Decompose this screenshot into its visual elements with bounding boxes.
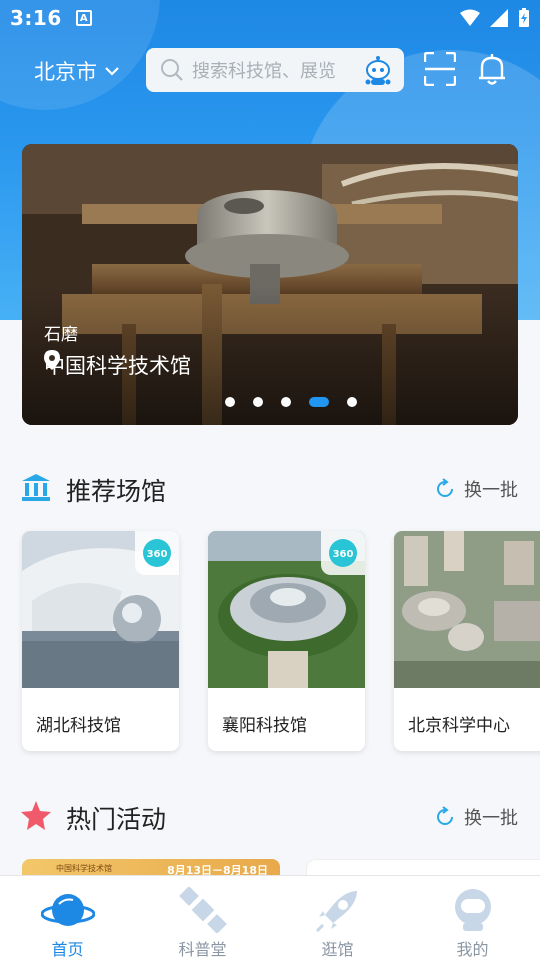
refresh-label: 换一批: [464, 808, 518, 829]
venue-name: 湖北科技馆: [36, 716, 121, 736]
tab-label: 科普堂: [178, 940, 227, 959]
carousel-dot[interactable]: [281, 397, 291, 407]
refresh-icon: [437, 806, 453, 825]
astronaut-icon: [454, 889, 491, 931]
robot-assistant-icon[interactable]: [364, 56, 392, 86]
tab-explore-venues[interactable]: 逛馆: [270, 876, 405, 960]
star-icon: [21, 801, 51, 830]
tab-label: 逛馆: [321, 940, 354, 959]
status-time: 3:16: [10, 6, 62, 30]
section-title-recommend: 推荐场馆: [66, 477, 167, 506]
banner-location-label: 中国科学技术馆: [44, 354, 191, 378]
carousel-dot[interactable]: [253, 397, 263, 407]
museum-icon: [22, 474, 50, 501]
tab-science-hall[interactable]: 科普堂: [135, 876, 270, 960]
refresh-activities-button[interactable]: 换一批: [434, 804, 518, 830]
notification-icon: A: [75, 10, 92, 26]
wifi-icon: [460, 9, 480, 26]
top-bar: 北京市 搜索科技馆、展览: [0, 48, 540, 92]
tab-home[interactable]: 首页: [0, 876, 135, 960]
city-label: 北京市: [34, 60, 97, 84]
venue-card[interactable]: 360 湖北科技馆: [22, 531, 179, 751]
search-bar[interactable]: 搜索科技馆、展览: [146, 48, 404, 92]
planet-icon: [40, 894, 95, 926]
banner-carousel[interactable]: 石磨 中国科学技术馆: [22, 144, 518, 425]
venue-image: [394, 531, 540, 688]
search-placeholder: 搜索科技馆、展览: [192, 61, 336, 82]
refresh-venues-button[interactable]: 换一批: [434, 476, 518, 502]
refresh-icon: [437, 478, 453, 497]
carousel-dot[interactable]: [225, 397, 235, 407]
hot-section-header: 热门活动 换一批: [0, 796, 540, 836]
venue-card[interactable]: 北京科学中心: [394, 531, 540, 751]
bell-icon[interactable]: [476, 52, 508, 86]
carousel-dot-active[interactable]: [309, 397, 329, 407]
refresh-label: 换一批: [464, 480, 518, 501]
search-icon: [161, 59, 183, 81]
signal-icon: [490, 9, 508, 27]
venue-card[interactable]: 360 襄阳科技馆: [208, 531, 365, 751]
battery-icon: [519, 8, 529, 27]
banner-location: 中国科学技术馆: [44, 350, 191, 380]
recommend-section-header: 推荐场馆 换一批: [0, 468, 540, 508]
vr-360-badge: 360: [321, 531, 365, 575]
status-bar: 3:16 A: [0, 0, 540, 36]
venue-name: 北京科学中心: [408, 716, 510, 736]
satellite-icon: [178, 887, 227, 933]
banner-title: 石磨: [44, 325, 78, 345]
city-selector[interactable]: 北京市: [34, 56, 119, 86]
location-pin-icon: [44, 350, 60, 370]
vr-360-badge: 360: [135, 531, 179, 575]
tab-label: 我的: [456, 940, 489, 959]
carousel-indicator: [22, 397, 518, 407]
venue-name: 襄阳科技馆: [222, 716, 307, 736]
svg-text:360: 360: [147, 549, 168, 560]
svg-text:360: 360: [333, 549, 354, 560]
rocket-icon: [315, 891, 357, 933]
tab-label: 首页: [51, 940, 84, 959]
tab-profile[interactable]: 我的: [405, 876, 540, 960]
venue-list: 360 湖北科技馆 360 襄阳科技馆 北京科学中心: [22, 531, 540, 751]
bottom-tab-bar: 首页 科普堂 逛馆 我的: [0, 875, 540, 960]
activity-tag: 中国科学技术馆: [56, 864, 112, 873]
carousel-dot[interactable]: [347, 397, 357, 407]
scan-icon[interactable]: [424, 52, 456, 86]
chevron-down-icon: [105, 67, 119, 76]
section-title-hot: 热门活动: [66, 805, 167, 834]
